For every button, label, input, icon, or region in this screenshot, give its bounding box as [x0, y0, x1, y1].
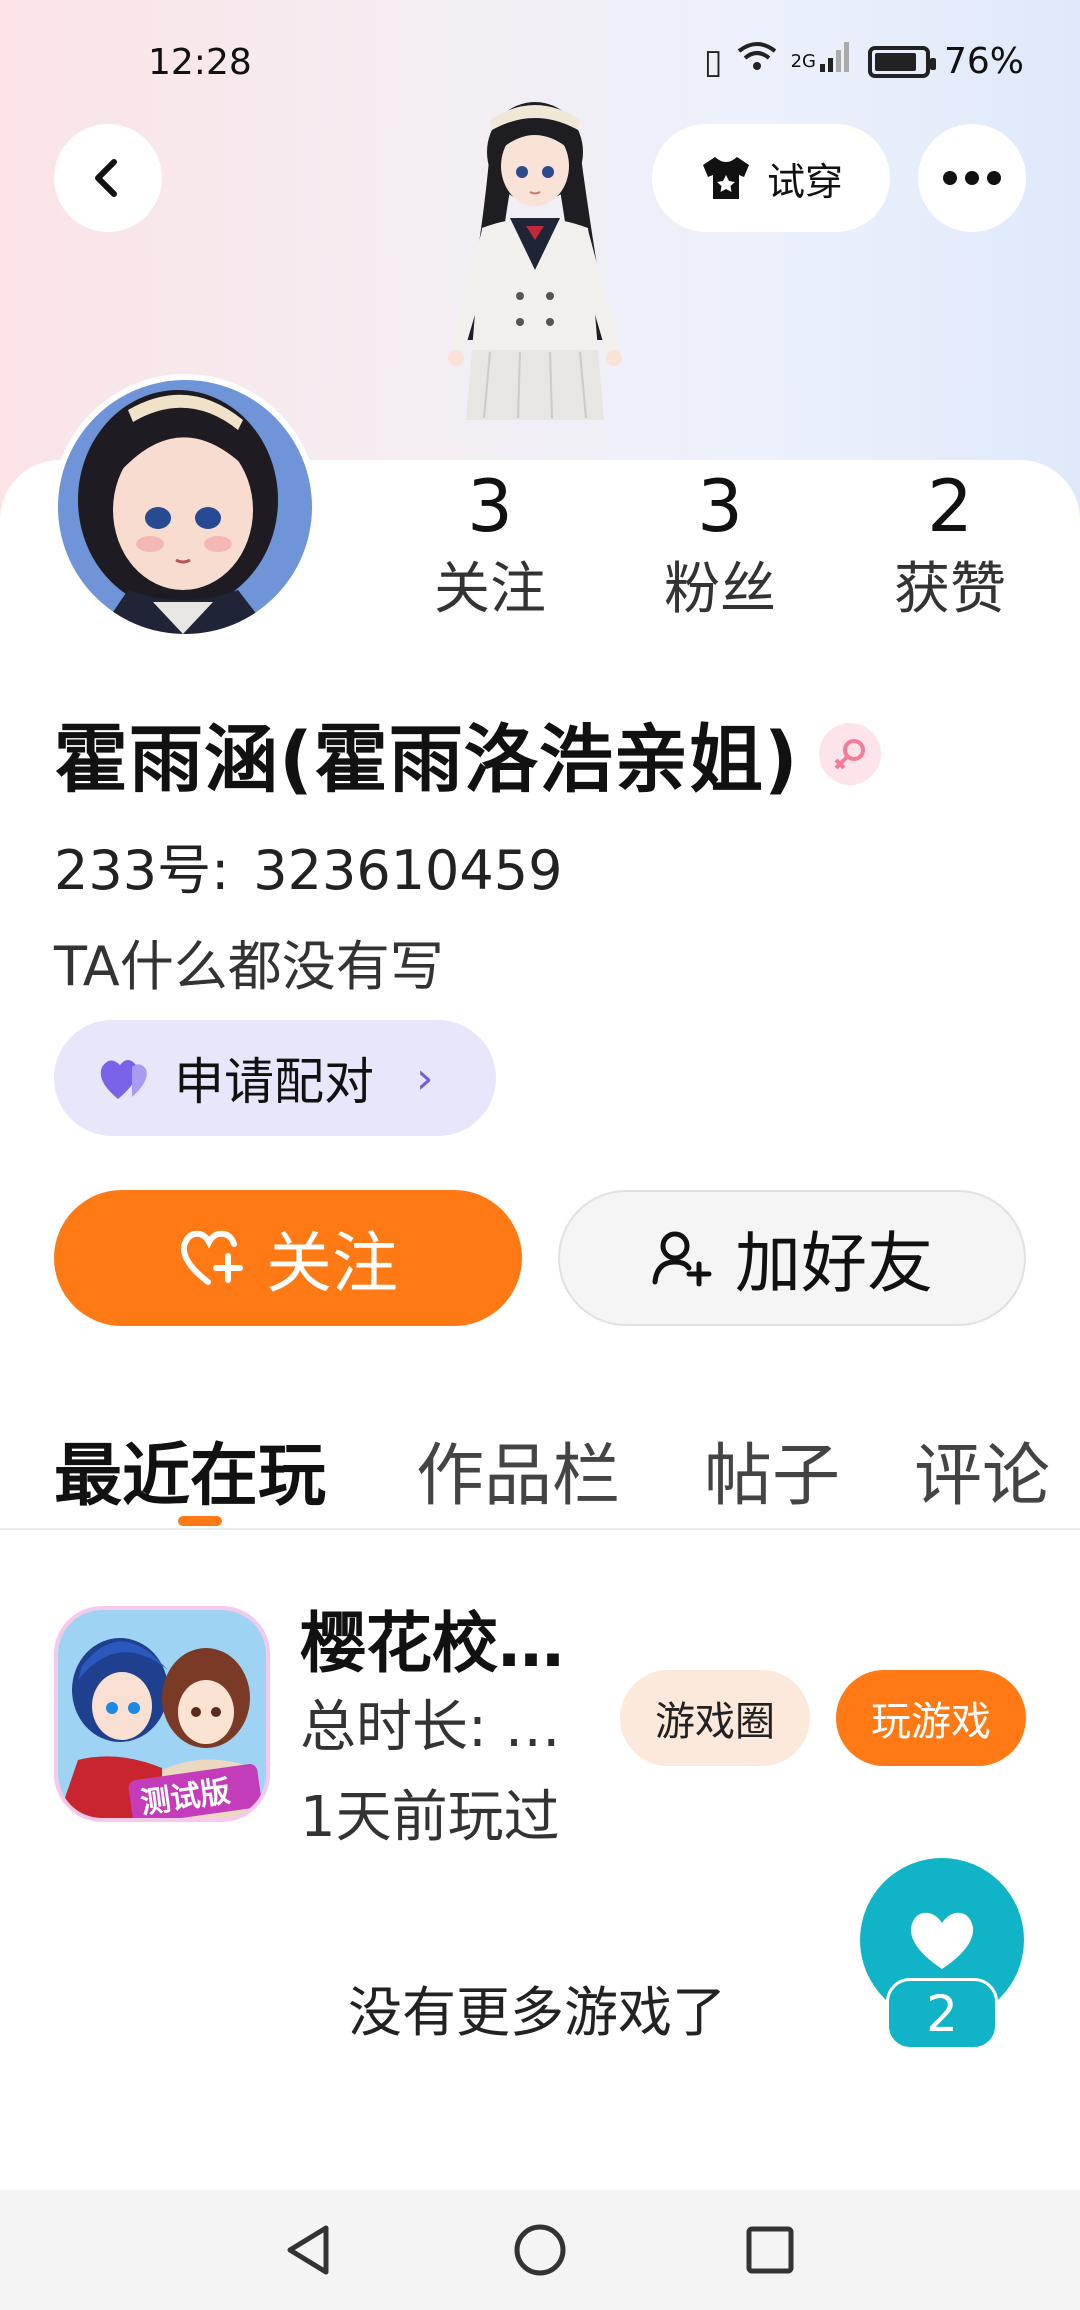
- wifi-icon: [737, 41, 777, 82]
- follow-label: 关注: [266, 1225, 398, 1302]
- apply-pair-label: 申请配对: [174, 1053, 374, 1111]
- tab-works[interactable]: 作品栏: [416, 1420, 620, 1519]
- battery-percent: 76%: [943, 41, 1024, 82]
- female-gender-icon: [818, 722, 881, 785]
- fans-count: 3: [697, 464, 743, 548]
- following-count: 3: [467, 464, 513, 548]
- play-game-button[interactable]: 玩游戏: [836, 1670, 1026, 1766]
- stat-following[interactable]: 3 关注: [410, 466, 570, 630]
- user-name: 霍雨涵(霍雨洛浩亲姐): [54, 717, 799, 803]
- add-friend-button[interactable]: 加好友: [558, 1190, 1026, 1326]
- heart-pair-icon: [100, 1060, 147, 1099]
- following-label: 关注: [434, 557, 546, 622]
- game-circle-button[interactable]: 游戏圈: [620, 1670, 810, 1766]
- follow-button[interactable]: 关注: [54, 1190, 522, 1326]
- game-icon[interactable]: 测试版: [54, 1606, 270, 1822]
- tab-active-indicator: [178, 1516, 222, 1526]
- game-name: 樱花校…: [300, 1605, 564, 1682]
- signal-icon: [818, 40, 854, 83]
- game-last-played: 1天前玩过: [300, 1785, 560, 1850]
- back-button[interactable]: [54, 124, 162, 232]
- more-dots-icon: [943, 171, 1001, 185]
- battery-icon: [867, 45, 936, 78]
- profile-tabs: 最近在玩 作品栏 帖子 评论: [0, 1400, 1080, 1530]
- like-fab-button[interactable]: 2: [860, 1858, 1024, 2058]
- name-row: 霍雨涵(霍雨洛浩亲姐): [54, 700, 881, 807]
- user-id-value: 323610459: [253, 839, 563, 902]
- profile-avatar[interactable]: [52, 374, 318, 640]
- try-on-button[interactable]: 试穿: [652, 124, 890, 232]
- stat-fans[interactable]: 3 粉丝: [640, 466, 800, 630]
- tshirt-icon: [702, 157, 749, 199]
- status-time: 12:28: [148, 42, 252, 83]
- fans-label: 粉丝: [664, 557, 776, 622]
- user-id: 233号: 323610459: [54, 826, 586, 905]
- system-nav-bar: [0, 2190, 1080, 2310]
- game-list-item[interactable]: 测试版 樱花校… 总时长: … 1天前玩过 游戏圈 玩游戏: [0, 1590, 1080, 1850]
- add-friend-label: 加好友: [735, 1225, 933, 1302]
- status-icons: ▯ 2G 76%: [704, 40, 1024, 83]
- try-on-label: 试穿: [766, 159, 843, 204]
- apply-pair-button[interactable]: 申请配对 ›: [54, 1020, 496, 1136]
- user-id-label: 233号:: [54, 839, 230, 902]
- user-bio: TA什么都没有写: [54, 935, 444, 998]
- nav-recents-icon[interactable]: [740, 2220, 800, 2280]
- heart-plus-icon: [180, 1230, 243, 1285]
- tab-recently-played[interactable]: 最近在玩: [54, 1420, 326, 1519]
- heart-icon: [910, 1912, 974, 1969]
- tab-posts[interactable]: 帖子: [704, 1420, 840, 1519]
- like-count: 2: [886, 1978, 998, 2050]
- network-type: 2G: [790, 51, 816, 72]
- stat-likes[interactable]: 2 获赞: [870, 466, 1030, 630]
- more-options-button[interactable]: [918, 124, 1026, 232]
- nav-home-icon[interactable]: [510, 2220, 570, 2280]
- likes-label: 获赞: [894, 557, 1006, 622]
- no-more-games-label: 没有更多游戏了: [348, 1981, 726, 2044]
- nav-back-icon[interactable]: [280, 2220, 340, 2280]
- add-user-icon: [652, 1231, 712, 1287]
- chevron-left-icon: [95, 159, 117, 197]
- likes-count: 2: [927, 464, 973, 548]
- tab-comments[interactable]: 评论: [914, 1420, 1050, 1519]
- vibrate-icon: ▯: [703, 41, 723, 82]
- chevron-right-icon: ›: [416, 1052, 434, 1104]
- game-total-duration: 总时长: …: [300, 1695, 561, 1760]
- avatar-3d-figure[interactable]: [420, 100, 650, 460]
